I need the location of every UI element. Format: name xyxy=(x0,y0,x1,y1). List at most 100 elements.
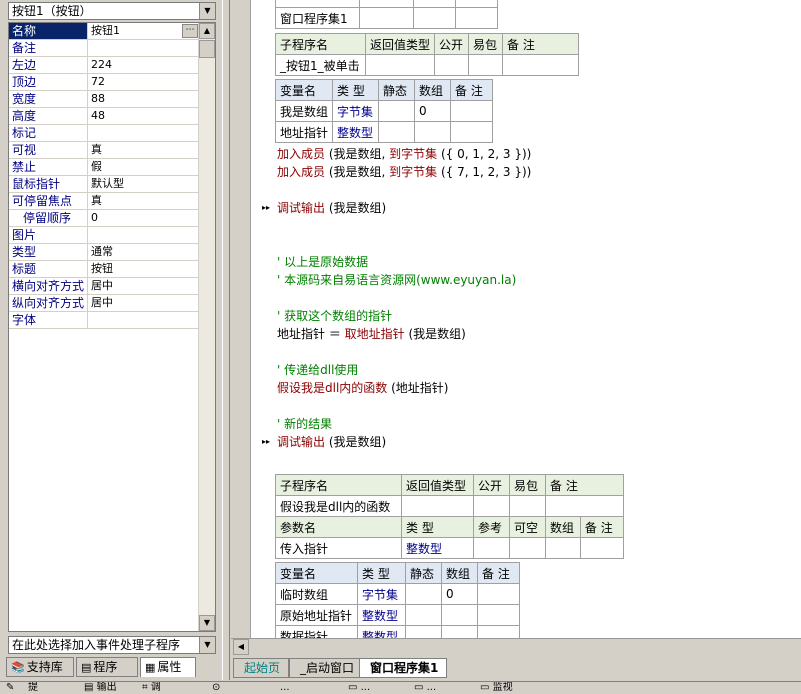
code-line[interactable]: 加入成员 (我是数组, 到字节集 ({ 7, 1, 2, 3 })) xyxy=(277,163,531,181)
property-value[interactable]: 居中 xyxy=(89,278,199,294)
property-name[interactable]: 名称 xyxy=(9,23,88,39)
property-row[interactable]: 停留顺序 0 xyxy=(9,210,199,227)
property-value[interactable]: 按钮 xyxy=(89,261,199,277)
property-value[interactable]: 假 xyxy=(89,159,199,175)
property-value[interactable]: 默认型 xyxy=(89,176,199,192)
property-value[interactable]: 通常 xyxy=(89,244,199,260)
table-row[interactable]: 临时数组 字节集 0 xyxy=(275,583,520,605)
property-scrollbar[interactable]: ▲ ▼ xyxy=(198,23,215,631)
tab-start-page[interactable]: 起始页 xyxy=(233,658,290,678)
property-value[interactable]: 88 xyxy=(89,91,199,107)
panel-splitter[interactable] xyxy=(222,0,230,680)
ellipsis-icon[interactable]: ⋯ xyxy=(182,24,198,38)
property-name[interactable]: 左边 xyxy=(9,57,88,73)
property-name[interactable]: 宽度 xyxy=(9,91,88,107)
editor-horizontal-scrollbar[interactable]: ◀ xyxy=(231,638,801,656)
property-name[interactable]: 备注 xyxy=(9,40,88,56)
status-item[interactable]: 提 xyxy=(28,682,38,694)
code-line[interactable]: 假设我是dll内的函数 (地址指针) xyxy=(277,379,448,397)
property-value[interactable] xyxy=(89,227,199,243)
property-value[interactable] xyxy=(89,312,199,328)
code-line[interactable]: ' 以上是原始数据 xyxy=(277,253,368,271)
property-row[interactable]: 可视真 xyxy=(9,142,199,159)
property-row[interactable]: 图片 xyxy=(9,227,199,244)
property-value[interactable] xyxy=(89,125,199,141)
property-name[interactable]: 禁止 xyxy=(9,159,88,175)
chevron-down-icon[interactable]: ▼ xyxy=(199,637,215,653)
property-name[interactable]: 字体 xyxy=(9,312,88,328)
property-name[interactable]: 鼠标指针 xyxy=(9,176,88,192)
property-row[interactable]: 宽度 88 xyxy=(9,91,199,108)
property-value[interactable]: 72 xyxy=(89,74,199,90)
status-item[interactable]: ... xyxy=(280,682,290,694)
code-line[interactable]: ' 本源码来自易语言资源网(www.eyuyan.la) xyxy=(277,271,516,289)
property-name[interactable]: 图片 xyxy=(9,227,88,243)
property-value[interactable]: 0 xyxy=(89,210,199,226)
property-row[interactable]: 左边 224 xyxy=(9,57,199,74)
code-line[interactable]: 地址指针 ＝ 取地址指针 (我是数组) xyxy=(277,325,466,343)
status-item[interactable]: ▭ ... xyxy=(414,682,436,694)
table-row[interactable]: 数据指针 整数型 xyxy=(275,625,520,638)
property-row[interactable]: 名称 按钮1 ⋯ xyxy=(9,23,199,40)
object-selector[interactable]: 按钮1（按钮） ▼ xyxy=(8,2,216,20)
property-row[interactable]: 标记 xyxy=(9,125,199,142)
property-row[interactable]: 类型 通常 xyxy=(9,244,199,261)
property-row[interactable]: 可停留焦点真 xyxy=(9,193,199,210)
table-row[interactable]: 地址指针 整数型 xyxy=(274,121,494,143)
property-row[interactable]: 高度 48 xyxy=(9,108,199,125)
status-item[interactable]: ⊙ xyxy=(212,682,220,694)
tab-startup-window[interactable]: _启动窗口 xyxy=(289,658,364,678)
scroll-up-icon[interactable]: ▲ xyxy=(199,23,215,39)
assembly-name-cell[interactable]: 窗口程序集1 xyxy=(275,7,360,29)
property-row[interactable]: 标题 按钮 xyxy=(9,261,199,278)
subprogram-name-cell[interactable]: 假设我是dll内的函数 xyxy=(275,495,402,517)
code-line[interactable]: 加入成员 (我是数组, 到字节集 ({ 0, 1, 2, 3 })) xyxy=(277,145,531,163)
scroll-thumb[interactable] xyxy=(199,40,215,58)
code-line[interactable]: ' 获取这个数组的指针 xyxy=(277,307,392,325)
table-row[interactable]: 传入指针 整数型 xyxy=(275,537,625,559)
property-row[interactable]: 顶边 72 xyxy=(9,74,199,91)
status-item[interactable]: ⌗ 调 xyxy=(142,682,161,694)
property-value[interactable]: 居中 xyxy=(89,295,199,311)
chevron-down-icon[interactable]: ▼ xyxy=(199,3,215,19)
property-name[interactable]: 可停留焦点 xyxy=(9,193,88,209)
table-row[interactable]: _按钮1_被单击 xyxy=(275,54,580,76)
property-row[interactable]: 鼠标指针 默认型 xyxy=(9,176,199,193)
table-row[interactable]: 原始地址指针 整数型 xyxy=(275,604,520,626)
subprogram-name-cell[interactable]: _按钮1_被单击 xyxy=(275,54,366,76)
property-value[interactable]: 224 xyxy=(89,57,199,73)
table-row[interactable]: 假设我是dll内的函数 xyxy=(275,495,624,517)
property-name[interactable]: 横向对齐方式 xyxy=(9,278,88,294)
code-area[interactable]: 窗口程序集1 子程序名 返回值类型 公开 易包 备 注 _按钮1_被单击 变量名 xyxy=(251,0,801,638)
status-item[interactable]: ✎ xyxy=(6,682,14,694)
status-item[interactable]: ▤ 输出 xyxy=(84,682,117,694)
property-value[interactable]: 真 xyxy=(89,142,199,158)
tab-program[interactable]: ▤ 程序 xyxy=(76,657,138,677)
scroll-left-icon[interactable]: ◀ xyxy=(233,639,249,655)
property-row[interactable]: 禁止假 xyxy=(9,159,199,176)
property-name[interactable]: 标题 xyxy=(9,261,88,277)
property-value[interactable]: 48 xyxy=(89,108,199,124)
property-name[interactable]: 纵向对齐方式 xyxy=(9,295,88,311)
tab-support-library[interactable]: 📚 支持库 xyxy=(6,657,74,677)
code-line[interactable]: ' 传递给dll使用 xyxy=(277,361,358,379)
event-selector[interactable]: 在此处选择加入事件处理子程序 ▼ xyxy=(8,636,216,654)
tab-properties[interactable]: ▦ 属性 xyxy=(140,657,196,677)
property-name[interactable]: 类型 xyxy=(9,244,88,260)
property-name[interactable]: 停留顺序 xyxy=(9,210,88,226)
table-row[interactable]: 我是数组 字节集 0 xyxy=(274,100,494,122)
property-value[interactable] xyxy=(89,40,199,56)
code-line[interactable]: 调试输出 (我是数组) xyxy=(277,433,386,451)
property-name[interactable]: 高度 xyxy=(9,108,88,124)
code-line[interactable]: 调试输出 (我是数组) xyxy=(277,199,386,217)
property-value[interactable]: 真 xyxy=(89,193,199,209)
code-line[interactable]: ' 新的结果 xyxy=(277,415,332,433)
property-row[interactable]: 备注 xyxy=(9,40,199,57)
property-row[interactable]: 字体 xyxy=(9,312,199,329)
property-row[interactable]: 纵向对齐方式 居中 xyxy=(9,295,199,312)
tab-window-assembly[interactable]: 窗口程序集1 xyxy=(359,658,448,678)
scroll-down-icon[interactable]: ▼ xyxy=(199,615,215,631)
code-editor[interactable]: 窗口程序集1 子程序名 返回值类型 公开 易包 备 注 _按钮1_被单击 变量名 xyxy=(231,0,801,638)
property-name[interactable]: 标记 xyxy=(9,125,88,141)
status-item[interactable]: ▭ ... xyxy=(348,682,370,694)
